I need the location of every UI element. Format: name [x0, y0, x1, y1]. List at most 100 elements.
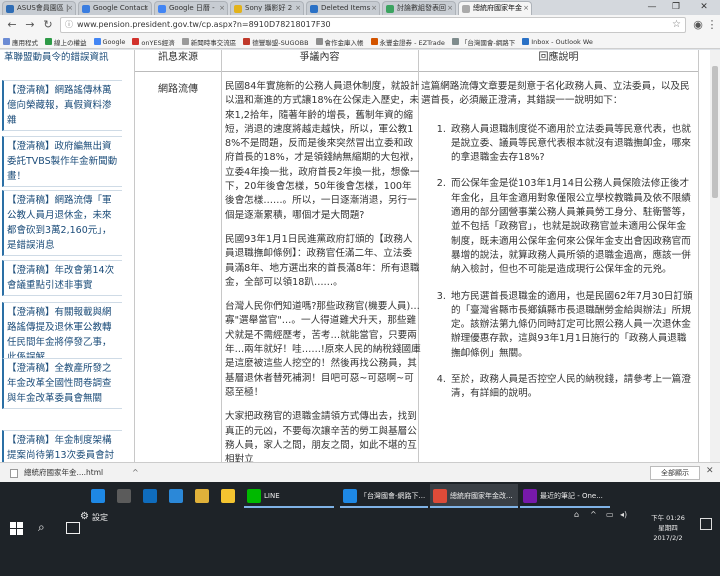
- taskbar-app[interactable]: 總統府國家年金改...: [430, 484, 518, 508]
- browser-tab[interactable]: 總統府國家年金 ×: [458, 1, 532, 15]
- chevron-up-icon[interactable]: ^: [132, 465, 139, 481]
- network-icon[interactable]: ▭: [606, 510, 614, 519]
- search-icon[interactable]: ⌕: [38, 520, 45, 535]
- tab-close-icon[interactable]: ×: [447, 2, 453, 15]
- browser-tab[interactable]: Deleted Items ×: [306, 1, 380, 15]
- bookmark-label: 德豐聯盟-SUGOBB: [252, 38, 309, 47]
- browser-tab[interactable]: Sony 攝影好 2 ×: [230, 1, 304, 15]
- browser-toolbar: ← → ↻ ⓘ www.pension.president.gov.tw/cp.…: [0, 15, 720, 35]
- sidebar-article-link[interactable]: 【澄清稿】網路流傳「軍公教人員月退休金，未來都會砍到3萬2,160元」，是錯誤消…: [2, 190, 122, 256]
- tab-title: Google Contact: [93, 4, 148, 12]
- bookmark-star-icon[interactable]: ☆: [672, 18, 681, 32]
- browser-tab[interactable]: Google 日曆 - ×: [154, 1, 228, 15]
- screen: ASUS會員園區 | × Google Contact × Google 日曆 - × So…: [0, 0, 720, 576]
- info-icon[interactable]: ⓘ: [65, 18, 73, 32]
- reply-points: 政務人員退職制度從不適用於立法委員等民意代表，也就是說立委、議員等民意代表根本就…: [431, 123, 695, 402]
- tab-close-icon[interactable]: ×: [523, 2, 529, 15]
- taskbar-app[interactable]: [140, 484, 164, 508]
- sidebar-item-partial[interactable]: 革聯盟動員令的錯誤資訊: [4, 50, 122, 65]
- clock-time: 下午 01:26: [651, 514, 685, 522]
- taskbar: LINE 「台灣國會-網路下... 總統府國家年金改... 最近的筆記 - One..…: [0, 482, 720, 576]
- forward-icon[interactable]: →: [22, 17, 38, 33]
- claim-paragraph: 大家把政務官的退職金請領方式傳出去，找到真正的元凶，不要每次讓辛苦的勞工與基層公…: [225, 411, 417, 462]
- bookmark-item[interactable]: 德豐聯盟-SUGOBB: [243, 37, 309, 47]
- taskbar-app[interactable]: [192, 484, 216, 508]
- column-divider: [221, 50, 222, 462]
- bookmark-item[interactable]: 新聞時事交流區: [181, 37, 237, 47]
- sidebar-article-link[interactable]: 【澄清稿】年金制度架構提案尚待第13次委員會討論，尚未有定論: [2, 430, 122, 462]
- close-download-bar-icon[interactable]: ✕: [706, 466, 714, 476]
- reload-icon[interactable]: ↻: [40, 17, 56, 33]
- sidebar-article-link[interactable]: 【澄清稿】全教產所發之年金改革全國性問卷調查與年金改革委員會無關: [2, 358, 122, 409]
- tab-title: Sony 攝影好 2: [245, 4, 293, 12]
- scrollbar-thumb[interactable]: [712, 66, 718, 198]
- people-icon[interactable]: ⌂: [574, 510, 579, 519]
- taskbar-app[interactable]: 最近的筆記 - One...: [520, 484, 610, 508]
- app-icon: [247, 489, 261, 503]
- tab-close-icon[interactable]: ×: [143, 2, 149, 15]
- volume-icon[interactable]: ◂): [620, 510, 627, 519]
- app-icon: [523, 489, 537, 503]
- taskbar-app[interactable]: LINE: [244, 484, 334, 508]
- bookmark-item[interactable]: onYES經濟: [132, 37, 175, 47]
- claim-paragraph: 民國93年1月1日民進黨政府訂頒的【政務人員退職撫卹條例】：政務官任滿二年、立法…: [225, 233, 420, 288]
- tab-strip: ASUS會員園區 | × Google Contact × Google 日曆 - × So…: [0, 0, 720, 15]
- bookmark-icon: [93, 38, 101, 45]
- tab-close-icon[interactable]: ×: [67, 2, 73, 15]
- tab-close-icon[interactable]: ×: [219, 2, 225, 15]
- notification-icon[interactable]: [700, 518, 712, 530]
- browser-tab[interactable]: 討論數組發表回 ×: [382, 1, 456, 15]
- address-bar[interactable]: ⓘ www.pension.president.gov.tw/cp.aspx?n…: [60, 17, 686, 33]
- bookmark-item[interactable]: 應用程式: [3, 37, 38, 47]
- bookmark-item[interactable]: 「台灣國會-網路下: [451, 37, 516, 47]
- app-icon: [91, 489, 105, 503]
- bookmark-item[interactable]: 會作金庫入帳: [315, 37, 364, 47]
- back-icon[interactable]: ←: [4, 17, 20, 33]
- browser-tab[interactable]: ASUS會員園區 | ×: [2, 1, 76, 15]
- sidebar-article-link[interactable]: 【澄清稿】政府編無出資委託TVBS製作年金新聞動畫！: [2, 136, 122, 187]
- app-label: 總統府國家年金改...: [450, 492, 513, 500]
- sidebar-article-link[interactable]: 【澄清稿】年改會第14次會議重點引述非事實: [2, 260, 122, 296]
- bookmark-label: 新聞時事交流區: [190, 38, 237, 47]
- related-articles-sidebar: 革聯盟動員令的錯誤資訊 【澄清稿】網路謠傳林萬億向榮藏報，真假資料渗雜 【澄清稿】…: [0, 50, 125, 462]
- taskbar-app[interactable]: 「台灣國會-網路下...: [340, 484, 428, 508]
- taskbar-app[interactable]: [88, 484, 112, 508]
- app-label: LINE: [264, 492, 280, 500]
- download-bar: 總統府國家年金....html ^ 全部顯示 ✕: [0, 462, 720, 482]
- minimize-button[interactable]: —: [640, 0, 664, 15]
- bookmark-item[interactable]: 永豐金證券 - EZTrade: [370, 37, 445, 47]
- maximize-button[interactable]: ❐: [664, 0, 688, 15]
- sidebar-article-link[interactable]: 【澄清稿】網路謠傳林萬億向榮藏報，真假資料渗雜: [2, 80, 122, 131]
- bookmark-item[interactable]: 線上の權益: [45, 37, 87, 47]
- tab-close-icon[interactable]: ×: [295, 2, 301, 15]
- bookmark-label: 應用程式: [12, 38, 38, 47]
- bookmark-item[interactable]: Google: [93, 38, 125, 46]
- app-icon: [221, 489, 235, 503]
- clock[interactable]: 下午 01:26 星期四 2017/2/2: [646, 513, 690, 543]
- taskbar-app[interactable]: [166, 484, 190, 508]
- taskbar-app[interactable]: [114, 484, 138, 508]
- task-view-icon[interactable]: [66, 522, 80, 534]
- download-item[interactable]: 總統府國家年金....html ^: [8, 465, 158, 481]
- bookmark-item[interactable]: Inbox - Outlook We: [522, 38, 593, 46]
- windows-start-icon[interactable]: [10, 522, 24, 536]
- close-window-button[interactable]: ✕: [692, 0, 716, 15]
- tab-favicon-icon: [234, 5, 242, 13]
- reply-point: 至於，政務人員是否控空人民的納稅錢，請參考上一篇澄清，有詳細的說明。: [449, 373, 695, 402]
- tab-close-icon[interactable]: ×: [371, 2, 377, 15]
- taskbar-app[interactable]: [218, 484, 242, 508]
- settings-label[interactable]: 設定: [92, 512, 108, 523]
- column-divider: [698, 50, 699, 462]
- bookmark-label: 線上の權益: [54, 38, 87, 47]
- browser-tab[interactable]: Google Contact ×: [78, 1, 152, 15]
- show-all-downloads-button[interactable]: 全部顯示: [650, 466, 700, 480]
- page-scrollbar[interactable]: [710, 50, 720, 462]
- tab-title: 總統府國家年金: [473, 4, 522, 12]
- col-claim-header: 爭議內容: [221, 50, 418, 72]
- bookmark-icon: [522, 38, 530, 45]
- col-reply-header: 回應說明: [418, 50, 699, 72]
- menu-icon[interactable]: ⋮: [704, 17, 720, 33]
- gear-icon[interactable]: ⚙: [80, 511, 89, 522]
- tray-up-icon[interactable]: ^: [590, 510, 597, 519]
- bookmark-label: 「台灣國會-網路下: [460, 38, 516, 47]
